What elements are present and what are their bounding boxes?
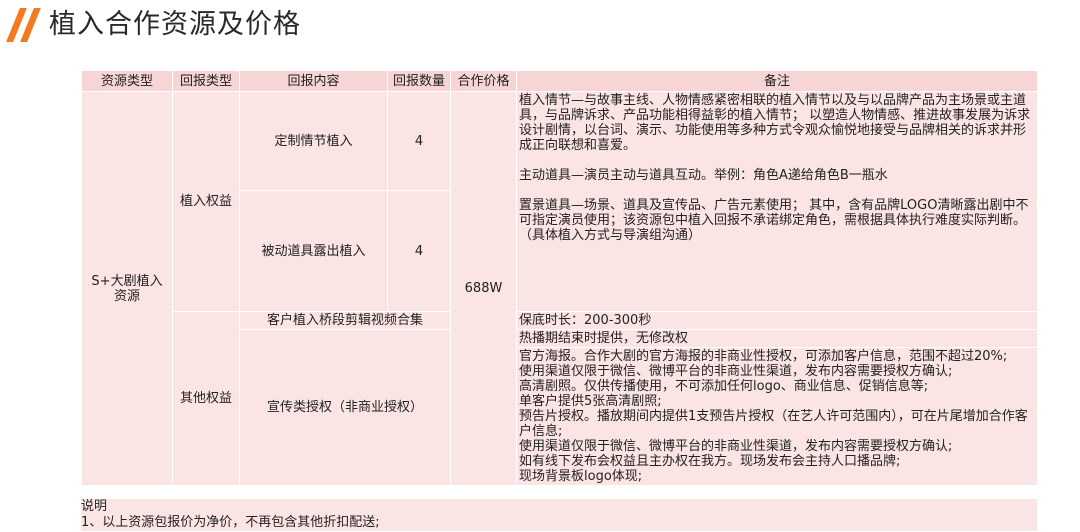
resource-table: 资源类型 回报类型 回报内容 回报数量 合作价格 备注 S+大剧植入 资源 植入… [81,70,1038,486]
header-return-content: 回报内容 [239,70,388,92]
remark-text: 如有线下发布会权益且主办权在我方。现场发布会主持人口播品牌; [519,454,901,469]
header-resource-type: 资源类型 [81,70,173,92]
content-cell: 定制情节植入 [239,91,388,191]
remark-text: 单客户提供5张高清剧照; [519,394,662,409]
resource-type-text: S+大剧植入 资源 [91,273,163,304]
header-return-qty: 回报数量 [387,70,451,92]
header-return-type: 回报类型 [172,70,240,92]
header-remarks: 备注 [516,70,1038,92]
category-cell: 其他权益 [172,311,240,486]
footer-heading: 说明 [81,499,1037,515]
page-title: 植入合作资源及价格 [49,9,301,40]
remarks-cell-video-2: 热播期结束时提供，无修改权 [516,329,1038,348]
header-price: 合作价格 [450,70,517,92]
table-row: S+大剧植入 资源 植入权益 定制情节植入 4 688W 植入情节—与故事主线、… [81,91,1038,486]
remark-text: 置景道具—场景、道具及宣传品、广告元素使用； 其中，含有品牌LOGO清晰露出剧中… [519,198,1029,228]
remark-text: 预告片授权。播放期间内提供1支预告片授权（在艺人许可范围内），可在片尾增加合作客… [519,409,1028,439]
remark-text: 使用渠道仅限于微信、微博平台的非商业性渠道，发布内容需要授权方确认; [519,439,953,454]
remark-text: 植入情节—与故事主线、人物情感紧密相联的植入情节以及与以品牌产品为主场景或主道具… [519,93,1031,153]
category-cell: 植入权益 [172,91,240,312]
remarks-cell-implant: 植入情节—与故事主线、人物情感紧密相联的植入情节以及与以品牌产品为主场景或主道具… [516,91,1038,312]
footer-line: 1、以上资源包报价为净价，不再包含其他折扣配送; [81,515,1037,531]
price-cell: 688W [450,91,517,486]
remark-text: （具体植入方式与导演组沟通） [519,228,702,243]
remark-text: 使用渠道仅限于微信、微博平台的非商业性渠道，发布内容需要授权方确认; [519,364,953,379]
content-cell: 被动道具露出植入 [239,190,388,312]
remarks-cell-video: 保底时长：200-300秒 [516,311,1038,330]
remark-text: 主动道具—演员主动与道具互动。举例：角色A递给角色B一瓶水 [519,168,888,183]
qty-cell: 4 [387,190,451,312]
table-header-row: 资源类型 回报类型 回报内容 回报数量 合作价格 备注 [81,70,1038,92]
title-bar: 植入合作资源及价格 [0,0,1080,50]
remark-text: 保底时长：200-300秒 [519,313,652,328]
remark-text: 现场背景板logo体现; [519,469,643,484]
remark-text: 高清剧照。仅供传播使用，不可添加任何logo、商业信息、促销信息等; [519,379,929,394]
footer-notes: 说明 1、以上资源包报价为净价，不再包含其他折扣配送; [81,499,1037,531]
remark-text: 官方海报。合作大剧的官方海报的非商业性授权，可添加客户信息，范围不超过20%; [519,349,1008,364]
content-cell: 宣传类授权（非商业授权） [239,329,451,486]
table-row: 其他权益 客户植入桥段剪辑视频合集 保底时长：200-300秒 [82,311,1038,486]
remarks-cell-promo: 官方海报。合作大剧的官方海报的非商业性授权，可添加客户信息，范围不超过20%; … [516,347,1038,486]
qty-cell: 4 [387,91,451,191]
content-cell: 客户植入桥段剪辑视频合集 [239,311,451,330]
remark-text: 热播期结束时提供，无修改权 [519,331,689,346]
resource-type-cell: S+大剧植入 资源 [81,91,173,486]
